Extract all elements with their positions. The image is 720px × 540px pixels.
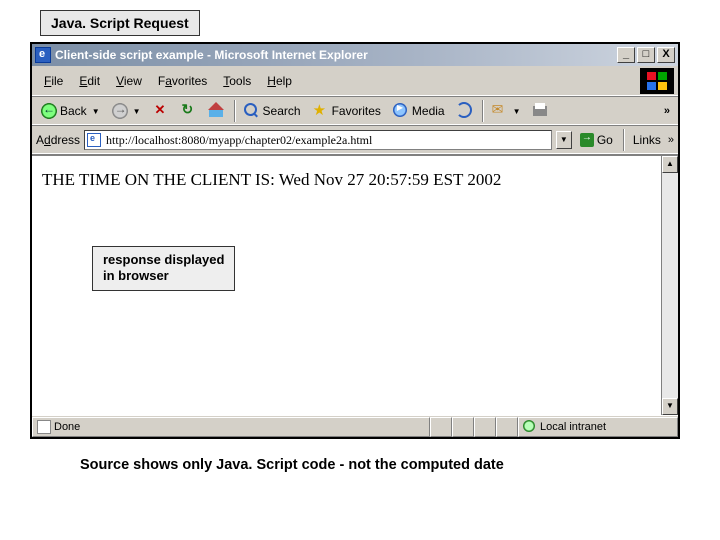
menu-help[interactable]: Help xyxy=(259,72,300,90)
menu-file[interactable]: File xyxy=(36,72,71,90)
maximize-button[interactable]: □ xyxy=(637,47,655,63)
toolbar-separator xyxy=(234,100,235,122)
back-button[interactable]: Back ▼ xyxy=(36,100,105,122)
favorites-button[interactable]: Favorites xyxy=(308,100,386,122)
address-label: Address xyxy=(36,133,80,147)
address-dropdown[interactable]: ▼ xyxy=(556,131,572,149)
scroll-down-button[interactable]: ▼ xyxy=(662,398,678,415)
page-content-area: THE TIME ON THE CLIENT IS: Wed Nov 27 20… xyxy=(32,156,661,415)
star-icon xyxy=(313,103,329,119)
menu-view[interactable]: View xyxy=(108,72,150,90)
status-pane-2 xyxy=(452,417,474,437)
navigation-toolbar: Back ▼ ▼ Search Favorites Media ▼ » xyxy=(32,97,678,126)
menu-favorites[interactable]: Favorites xyxy=(150,72,215,90)
status-pane-3 xyxy=(474,417,496,437)
window-title: Client-side script example - Microsoft I… xyxy=(55,48,615,62)
history-button[interactable] xyxy=(452,100,478,122)
back-label: Back xyxy=(60,104,87,118)
address-bar: Address ▼ Go Links » xyxy=(32,126,678,155)
search-button[interactable]: Search xyxy=(239,100,306,122)
chevron-down-icon: ▼ xyxy=(133,107,141,116)
mail-button[interactable]: ▼ xyxy=(487,100,526,122)
scroll-track[interactable] xyxy=(662,173,678,398)
menu-edit[interactable]: Edit xyxy=(71,72,108,90)
toolbar-overflow[interactable]: » xyxy=(660,105,674,117)
status-pane-4 xyxy=(496,417,518,437)
menu-tools[interactable]: Tools xyxy=(215,72,259,90)
zone-text: Local intranet xyxy=(540,421,606,433)
go-icon xyxy=(580,133,594,147)
links-overflow[interactable]: » xyxy=(668,134,674,146)
ie-window: Client-side script example - Microsoft I… xyxy=(30,42,680,439)
back-icon xyxy=(41,103,57,119)
chevron-down-icon: ▼ xyxy=(92,107,100,116)
footer-note: Source shows only Java. Script code - no… xyxy=(80,457,690,473)
media-label: Media xyxy=(412,104,445,118)
search-icon xyxy=(244,103,260,119)
ie-throbber xyxy=(640,68,674,94)
forward-icon xyxy=(112,103,128,119)
scroll-up-button[interactable]: ▲ xyxy=(662,156,678,173)
done-page-icon xyxy=(37,420,51,434)
home-button[interactable] xyxy=(204,100,230,122)
mail-icon xyxy=(492,103,508,119)
ie-icon xyxy=(35,47,51,63)
toolbar-separator xyxy=(623,129,624,151)
titlebar: Client-side script example - Microsoft I… xyxy=(32,44,678,66)
chevron-down-icon: ▼ xyxy=(513,107,521,116)
refresh-icon xyxy=(181,103,197,119)
media-button[interactable]: Media xyxy=(388,100,450,122)
print-button[interactable] xyxy=(528,100,554,122)
close-button[interactable]: X xyxy=(657,47,675,63)
toolbar-separator xyxy=(482,100,483,122)
status-text: Done xyxy=(54,421,80,433)
search-label: Search xyxy=(263,104,301,118)
minimize-button[interactable]: _ xyxy=(617,47,635,63)
go-label: Go xyxy=(597,133,613,147)
refresh-button[interactable] xyxy=(176,100,202,122)
windows-logo-icon xyxy=(647,72,667,90)
address-input[interactable] xyxy=(104,132,549,149)
forward-button[interactable]: ▼ xyxy=(107,100,146,122)
home-icon xyxy=(209,103,225,119)
statusbar: Done Local intranet xyxy=(32,415,678,437)
annotation-callout: response displayed in browser xyxy=(92,246,235,291)
menubar: File Edit View Favorites Tools Help xyxy=(32,66,678,97)
vertical-scrollbar[interactable]: ▲ ▼ xyxy=(661,156,678,415)
stop-button[interactable] xyxy=(148,100,174,122)
address-box xyxy=(84,130,552,150)
callout-line2: in browser xyxy=(103,268,169,283)
media-icon xyxy=(393,103,409,119)
history-icon xyxy=(457,103,473,119)
status-pane-1 xyxy=(430,417,452,437)
security-zone: Local intranet xyxy=(518,417,678,437)
viewport: THE TIME ON THE CLIENT IS: Wed Nov 27 20… xyxy=(32,155,678,415)
callout-line1: response displayed xyxy=(103,252,224,267)
go-button[interactable]: Go xyxy=(576,133,617,147)
page-icon xyxy=(87,133,101,147)
stop-icon xyxy=(153,103,169,119)
links-label[interactable]: Links xyxy=(630,133,664,147)
print-icon xyxy=(533,103,549,119)
status-main: Done xyxy=(32,417,430,437)
page-text: THE TIME ON THE CLIENT IS: Wed Nov 27 20… xyxy=(42,170,651,190)
zone-icon xyxy=(523,420,537,434)
favorites-label: Favorites xyxy=(332,104,381,118)
slide-title: Java. Script Request xyxy=(40,10,200,36)
